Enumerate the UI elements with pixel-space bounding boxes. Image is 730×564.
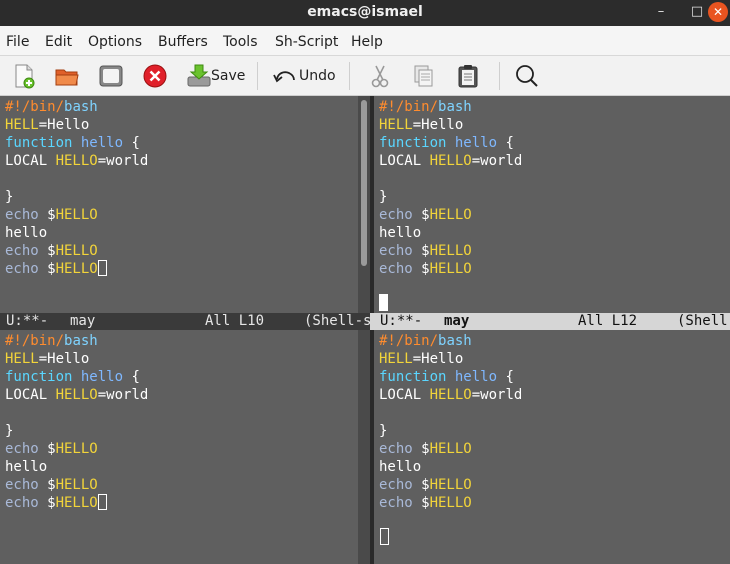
- buffer-status: U:**-: [380, 313, 423, 329]
- text-cursor: [380, 528, 389, 545]
- major-mode[interactable]: (Shell-s: [304, 313, 370, 330]
- search-icon[interactable]: [514, 63, 540, 89]
- text-cursor: [97, 494, 107, 510]
- title-bar: emacs@ismael – □ ✕: [0, 0, 730, 26]
- code-line: function hello {: [379, 135, 514, 151]
- code-line: echo $HELLO: [379, 495, 472, 511]
- window-title: emacs@ismael: [307, 4, 423, 20]
- toolbar: Save Undo: [0, 56, 730, 96]
- code-line: echo $HELLO: [379, 441, 472, 457]
- toolbar-separator: [499, 62, 500, 90]
- vertical-scrollbar[interactable]: [358, 96, 370, 313]
- kill-buffer-icon[interactable]: [98, 63, 124, 89]
- buffer-name[interactable]: may: [444, 313, 469, 330]
- code-line: echo $HELLO: [379, 207, 472, 223]
- code-line: function hello {: [5, 369, 140, 385]
- close-window-icon[interactable]: ✕: [708, 2, 728, 22]
- minimize-icon[interactable]: –: [650, 2, 672, 22]
- text-cursor: [97, 260, 107, 276]
- save-icon[interactable]: [186, 63, 212, 89]
- code-line: hello: [379, 459, 422, 475]
- buffer-position: All L10: [205, 313, 265, 329]
- editor-window-top-left[interactable]: #!/bin/bash HELL=Hello function hello { LOC…: [0, 96, 358, 313]
- text-cursor: [379, 294, 388, 311]
- code-line: hello: [5, 459, 48, 475]
- code-area: #!/bin/bash HELL=Hello function hello { LOC…: [379, 332, 522, 512]
- code-line: echo $HELLO: [5, 243, 98, 259]
- menu-tools[interactable]: Tools: [223, 34, 258, 50]
- undo-icon[interactable]: [272, 63, 298, 89]
- editor-window-bottom-right[interactable]: #!/bin/bash HELL=Hello function hello { LOC…: [374, 330, 730, 564]
- vertical-scrollbar[interactable]: [358, 330, 370, 564]
- menu-file[interactable]: File: [6, 34, 29, 50]
- code-line: }: [379, 423, 388, 439]
- toolbar-separator: [257, 62, 258, 90]
- editor-window-top-right[interactable]: #!/bin/bash HELL=Hello function hello { LOC…: [374, 96, 730, 313]
- code-line: LOCAL HELLO=world: [5, 387, 149, 403]
- open-folder-icon[interactable]: [54, 63, 80, 89]
- toolbar-separator: [349, 62, 350, 90]
- undo-button[interactable]: Undo: [299, 68, 336, 84]
- scrollbar-thumb[interactable]: [361, 100, 367, 266]
- copy-icon[interactable]: [412, 63, 436, 89]
- window-divider[interactable]: [370, 96, 374, 313]
- code-line: #!/bin/bash: [379, 99, 472, 115]
- code-line: LOCAL HELLO=world: [379, 387, 523, 403]
- save-button[interactable]: Save: [211, 68, 245, 84]
- menu-edit[interactable]: Edit: [45, 34, 72, 50]
- code-line: #!/bin/bash: [5, 99, 98, 115]
- code-line: hello: [379, 225, 422, 241]
- code-line: echo $HELLO: [5, 441, 98, 457]
- code-line: echo $HELLO: [5, 207, 98, 223]
- code-line: }: [379, 189, 388, 205]
- cancel-icon[interactable]: [142, 63, 168, 89]
- menu-buffers[interactable]: Buffers: [158, 34, 208, 50]
- code-line: function hello {: [5, 135, 140, 151]
- code-line: LOCAL HELLO=world: [5, 153, 149, 169]
- maximize-icon[interactable]: □: [686, 2, 708, 22]
- code-line: echo $HELLO: [379, 477, 472, 493]
- code-line: echo $HELLO: [5, 260, 148, 278]
- code-area: #!/bin/bash HELL=Hello function hello { LOC…: [5, 332, 148, 512]
- menu-help[interactable]: Help: [351, 34, 383, 50]
- code-line: }: [5, 423, 14, 439]
- buffer-status: U:**-: [6, 313, 49, 329]
- code-line: hello: [5, 225, 48, 241]
- code-area: #!/bin/bash HELL=Hello function hello { LOC…: [379, 98, 522, 278]
- code-line: echo $HELLO: [5, 477, 98, 493]
- code-line: LOCAL HELLO=world: [379, 153, 523, 169]
- code-line: #!/bin/bash: [5, 333, 98, 349]
- paste-icon[interactable]: [456, 63, 480, 89]
- menu-bar: File Edit Options Buffers Tools Sh-Scrip…: [0, 26, 730, 56]
- code-area: #!/bin/bash HELL=Hello function hello { LOC…: [5, 98, 148, 278]
- major-mode[interactable]: (Shell: [677, 313, 728, 330]
- code-line: echo $HELLO: [5, 494, 148, 512]
- code-line: HELL=Hello: [5, 351, 90, 367]
- code-line: function hello {: [379, 369, 514, 385]
- code-line: echo $HELLO: [379, 243, 472, 259]
- code-line: }: [5, 189, 14, 205]
- new-file-icon[interactable]: [12, 63, 36, 89]
- mode-line-right[interactable]: U:**- may All L12 (Shell: [370, 313, 730, 330]
- code-line: HELL=Hello: [379, 117, 464, 133]
- menu-sh-script[interactable]: Sh-Script: [275, 34, 338, 50]
- editor-window-bottom-left[interactable]: #!/bin/bash HELL=Hello function hello { LOC…: [0, 330, 358, 564]
- code-line: HELL=Hello: [379, 351, 464, 367]
- mode-line-left[interactable]: U:**- may All L10 (Shell-s: [0, 313, 370, 330]
- cut-icon[interactable]: [368, 63, 392, 89]
- menu-options[interactable]: Options: [88, 34, 142, 50]
- code-line: echo $HELLO: [379, 261, 472, 277]
- code-line: HELL=Hello: [5, 117, 90, 133]
- buffer-name[interactable]: may: [70, 313, 95, 330]
- code-line: #!/bin/bash: [379, 333, 472, 349]
- buffer-position: All L12: [578, 313, 638, 329]
